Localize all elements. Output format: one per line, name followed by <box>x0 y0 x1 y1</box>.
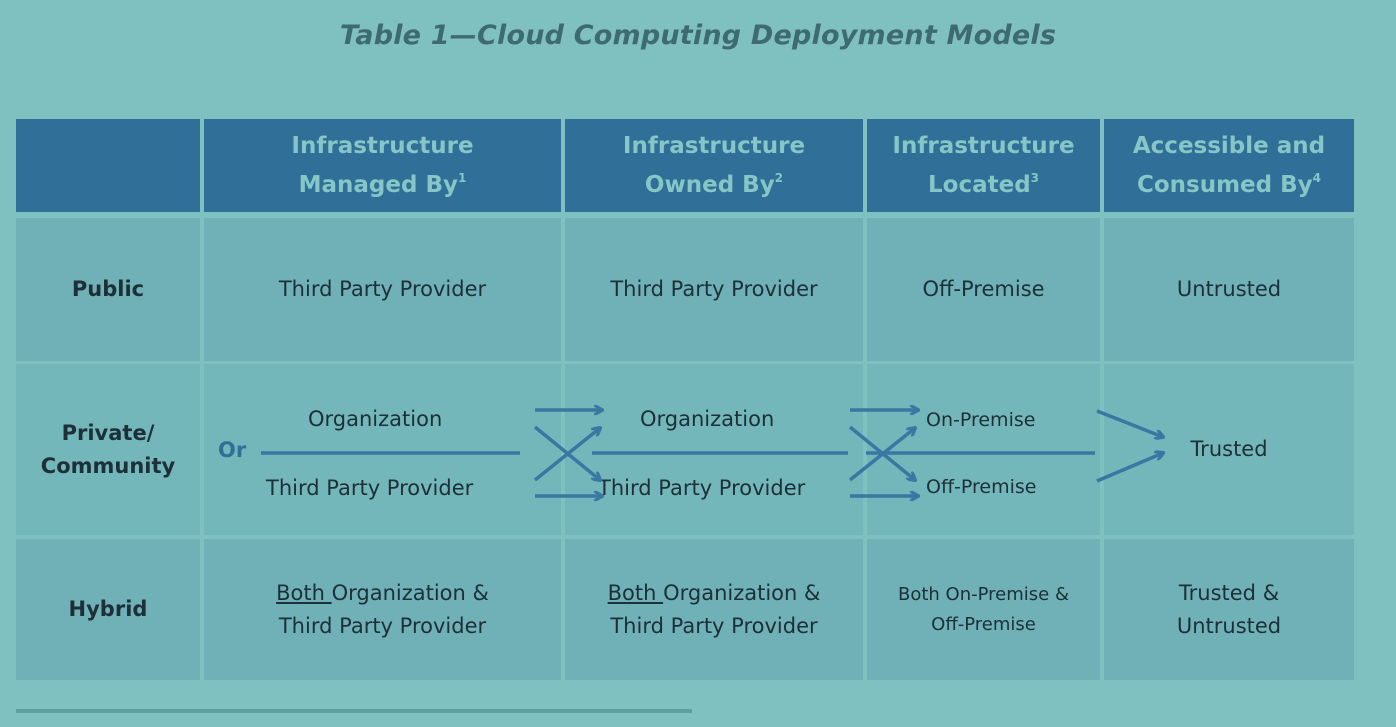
arrow-off-premise-to-trusted <box>1096 453 1163 483</box>
bottom-rule <box>16 709 692 713</box>
arrow-on-premise-to-trusted <box>1096 409 1163 437</box>
flow-arrows <box>261 0 1396 727</box>
